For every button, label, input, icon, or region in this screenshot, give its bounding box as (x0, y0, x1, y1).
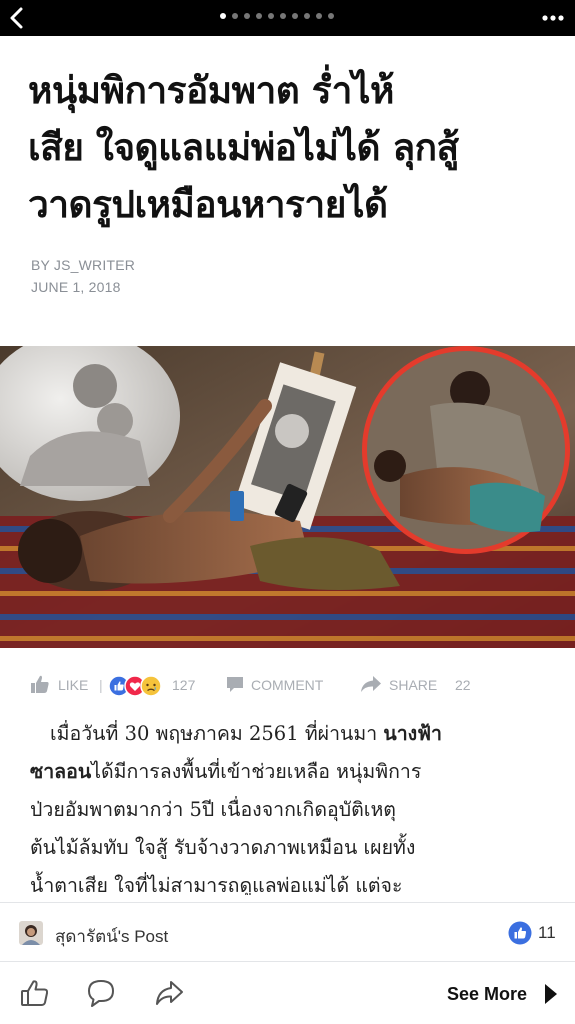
see-more-button[interactable]: See More (447, 984, 527, 1005)
comment-outline-icon[interactable] (86, 978, 116, 1008)
page-dot (268, 13, 274, 19)
comment-icon[interactable] (226, 675, 244, 693)
article-title: หนุ่มพิการอัมพาต ร่ำไห้ เสีย ใจดูแลแม่พ่… (28, 62, 558, 233)
body-text-bold: นางฟ้า (383, 722, 442, 745)
body-text: ต้นไม้ล้มทับ ใจสู้ รับจ้างวาดภาพเหมือน เ… (30, 836, 416, 859)
article-title-line: หนุ่มพิการอัมพาต ร่ำไห้ (28, 69, 394, 112)
article-actions: LIKE | 127 COMMENT SHARE 22 (0, 672, 575, 700)
article-byline: BY JS_WRITER (31, 257, 136, 273)
article-photo[interactable] (0, 346, 575, 648)
article-paragraph: เมื่อวันที่ 30 พฤษภาคม 2561 ที่ผ่านมา นา… (30, 715, 550, 791)
post-source-bar[interactable]: สุดารัตน์'s Post 11 (0, 902, 575, 962)
avatar[interactable] (19, 921, 43, 945)
reaction-count: 127 (172, 677, 196, 693)
page-dot (328, 13, 334, 19)
body-text-bold: ซาลอน (30, 760, 92, 783)
body-text: น้ำตาเสีย ใจที่ไม่สามารถดูแลพ่อแม่ได้ แต… (30, 874, 403, 895)
share-arrow-icon[interactable] (360, 675, 382, 693)
chevron-left-icon[interactable] (6, 5, 28, 31)
reactions-icon (108, 675, 162, 697)
thumbs-up-icon[interactable] (30, 674, 50, 694)
page-dot-active (220, 13, 226, 19)
more-dots-icon[interactable] (541, 9, 565, 27)
share-button[interactable]: SHARE (389, 677, 437, 693)
article-date: JUNE 1, 2018 (31, 279, 121, 295)
page-indicator (220, 13, 334, 19)
body-text: เมื่อวันที่ 30 พฤษภาคม 2561 ที่ผ่านมา (50, 722, 384, 745)
like-button[interactable]: LIKE (58, 677, 88, 693)
post-author-label[interactable]: สุดารัตน์'s Post (55, 923, 168, 950)
comment-button[interactable]: COMMENT (251, 677, 323, 693)
share-outline-icon[interactable] (154, 978, 184, 1008)
bottom-toolbar: See More (0, 964, 575, 1024)
page-dot (292, 13, 298, 19)
page-dot (280, 13, 286, 19)
post-like-count: 11 (538, 923, 556, 942)
page-dot (256, 13, 262, 19)
top-bar (0, 0, 575, 36)
play-arrow-icon[interactable] (543, 982, 559, 1006)
like-badge-icon (508, 921, 532, 945)
article-body: เมื่อวันที่ 30 พฤษภาคม 2561 ที่ผ่านมา นา… (30, 715, 550, 895)
article-title-line: เสีย ใจดูแลแม่พ่อไม่ได้ ลุกสู้ (28, 126, 459, 169)
page-dot (232, 13, 238, 19)
body-text: ได้มีการลงพื้นที่เข้าช่วยเหลือ หนุ่มพิกา… (91, 760, 422, 783)
share-count: 22 (455, 677, 471, 693)
page-dot (244, 13, 250, 19)
article-title-line: วาดรูปเหมือนหารายได้ (28, 183, 388, 226)
separator: | (99, 677, 103, 693)
like-outline-icon[interactable] (20, 978, 50, 1008)
page-dot (304, 13, 310, 19)
body-text: ป่วยอัมพาตมากว่า 5ปี เนื่องจากเกิดอุบัติ… (30, 798, 396, 821)
page-dot (316, 13, 322, 19)
